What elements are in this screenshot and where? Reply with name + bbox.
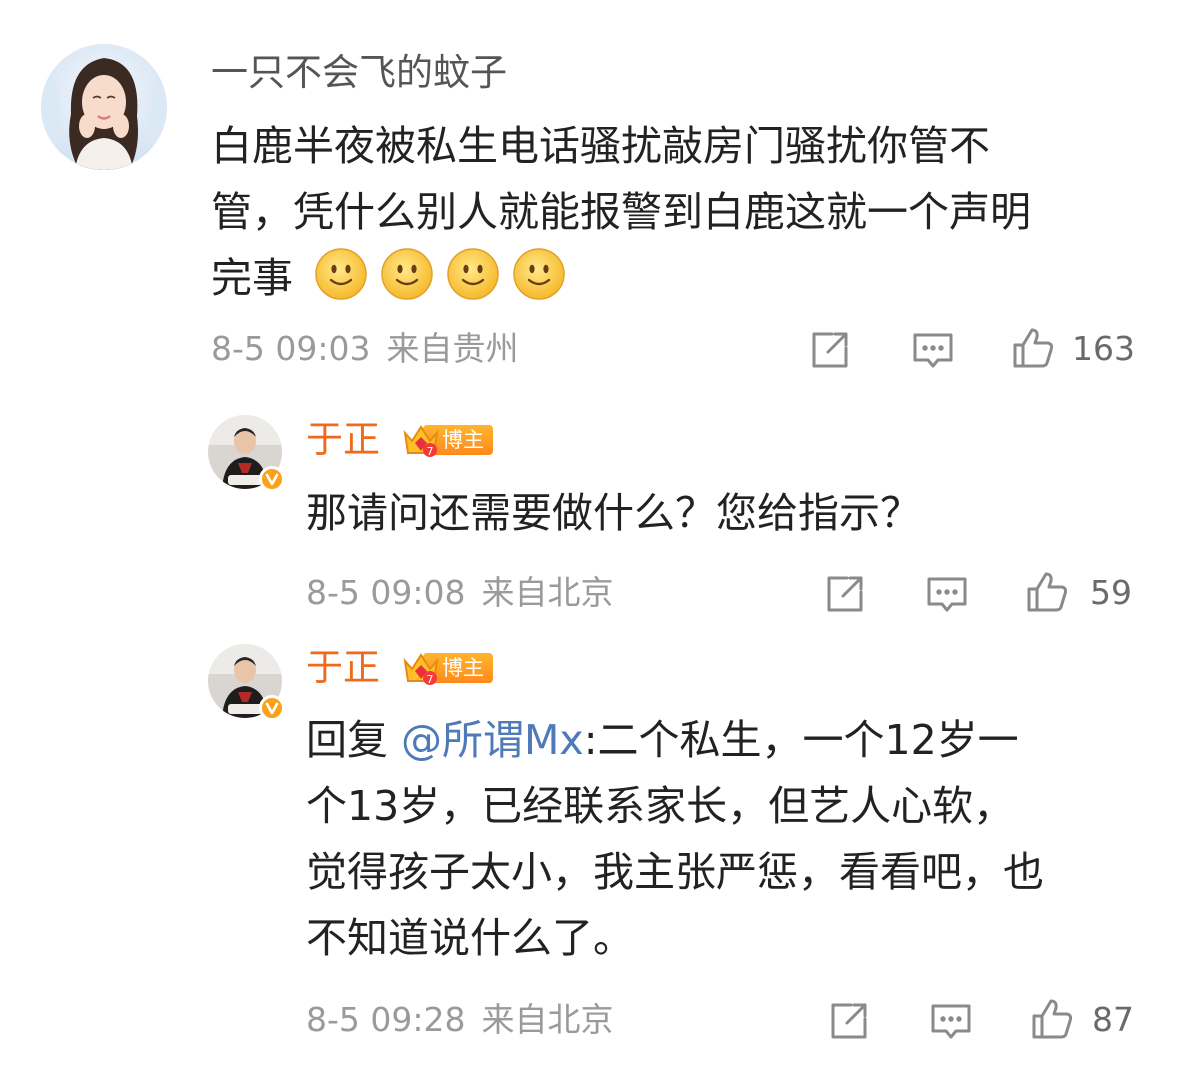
reply-username[interactable]: 于正 bbox=[306, 418, 380, 462]
comment-text-line: 白鹿半夜被私生电话骚扰敲房门骚扰你管不 bbox=[211, 122, 990, 170]
comment-icon[interactable] bbox=[929, 999, 973, 1043]
reply-date: 8-5 09:28 bbox=[306, 1000, 466, 1039]
reply-text-line: 回复 @所谓Mx:二个私生，一个12岁一 bbox=[306, 707, 1044, 773]
verified-badge-icon bbox=[259, 695, 285, 721]
like-count: 163 bbox=[1072, 329, 1135, 368]
blogger-badge: 博主 7 bbox=[401, 651, 496, 686]
comment-date: 8-5 09:03 bbox=[211, 329, 371, 368]
comment-username[interactable]: 一只不会飞的蚊子 bbox=[211, 51, 507, 95]
svg-text:7: 7 bbox=[427, 673, 434, 686]
comment-text-line: 完事 bbox=[211, 245, 1031, 311]
reply-username[interactable]: 于正 bbox=[306, 646, 380, 690]
thumbs-up-icon[interactable] bbox=[1011, 326, 1055, 370]
comment-meta: 8-5 09:03 来自贵州 bbox=[211, 329, 519, 369]
share-icon[interactable] bbox=[827, 999, 871, 1043]
smile-emoji-icon bbox=[314, 247, 368, 301]
reply-text-line: 个13岁，已经联系家长，但艺人心软， bbox=[306, 782, 1015, 830]
blogger-badge: 博主 7 bbox=[401, 423, 496, 458]
comment-location: 来自贵州 bbox=[386, 329, 519, 368]
reply-content: 回复 @所谓Mx:二个私生，一个12岁一 个13岁，已经联系家长，但艺人心软， … bbox=[306, 707, 1044, 971]
reply-location: 来自北京 bbox=[481, 573, 614, 612]
reply-meta: 8-5 09:08 来自北京 bbox=[306, 573, 614, 613]
reply-text-line: 觉得孩子太小，我主张严惩，看看吧，也 bbox=[306, 848, 1044, 896]
avatar[interactable] bbox=[41, 44, 167, 170]
smile-emoji-icon bbox=[512, 247, 566, 301]
comment-text-line: 管，凭什么别人就能报警到白鹿这就一个声明 bbox=[211, 188, 1031, 236]
reply-location: 来自北京 bbox=[481, 1000, 614, 1039]
crown-icon: 7 bbox=[403, 653, 439, 686]
like-count: 87 bbox=[1092, 1000, 1134, 1039]
reply-text-segment: :二个私生，一个12岁一 bbox=[583, 716, 1019, 764]
svg-text:7: 7 bbox=[427, 445, 434, 458]
crown-icon: 7 bbox=[403, 425, 439, 458]
comment-text-segment: 完事 bbox=[211, 254, 293, 302]
smile-emoji-icon bbox=[380, 247, 434, 301]
thumbs-up-icon[interactable] bbox=[1030, 997, 1074, 1041]
mention-link[interactable]: @所谓Mx bbox=[401, 716, 584, 764]
reply-content: 那请问还需要做什么？您给指示？ bbox=[306, 480, 921, 546]
comment-content: 白鹿半夜被私生电话骚扰敲房门骚扰你管不 管，凭什么别人就能报警到白鹿这就一个声明… bbox=[211, 113, 1031, 311]
verified-badge-icon bbox=[259, 466, 285, 492]
reply-date: 8-5 09:08 bbox=[306, 573, 466, 612]
reply-text-line: 不知道说什么了。 bbox=[306, 914, 634, 962]
comment-icon[interactable] bbox=[925, 572, 969, 616]
share-icon[interactable] bbox=[823, 572, 867, 616]
reply-prefix: 回复 bbox=[306, 716, 388, 764]
comment-icon[interactable] bbox=[911, 328, 955, 372]
thumbs-up-icon[interactable] bbox=[1025, 570, 1069, 614]
reply-text-line: 那请问还需要做什么？您给指示？ bbox=[306, 489, 921, 537]
smile-emoji-icon bbox=[446, 247, 500, 301]
share-icon[interactable] bbox=[808, 328, 852, 372]
reply-meta: 8-5 09:28 来自北京 bbox=[306, 1000, 614, 1040]
like-count: 59 bbox=[1090, 573, 1132, 612]
